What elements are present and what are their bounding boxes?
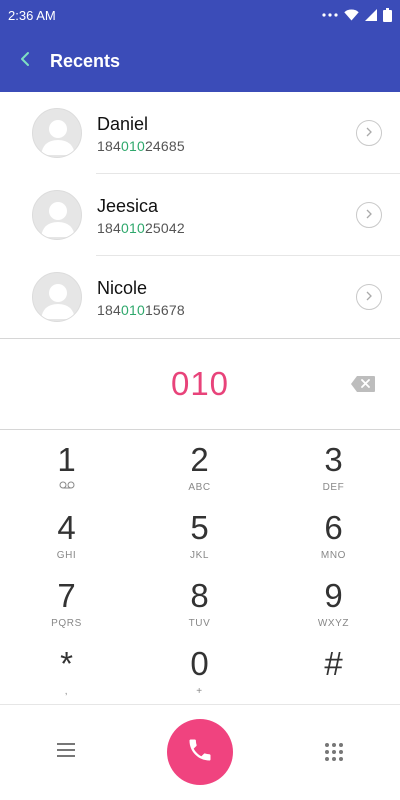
key-letters: TUV: [188, 618, 211, 629]
number-suffix: 24685: [144, 138, 185, 154]
list-item[interactable]: Jeesica 18401025042: [0, 174, 400, 256]
battery-icon: [383, 8, 392, 22]
key-3[interactable]: 3 DEF: [267, 431, 400, 499]
contact-number: 18401024685: [97, 138, 185, 154]
key-4[interactable]: 4 GHI: [0, 499, 133, 567]
key-digit: 5: [190, 509, 209, 546]
contact-detail-button[interactable]: [356, 202, 382, 228]
key-7[interactable]: 7 PQRS: [0, 567, 133, 635]
bottom-bar: [0, 704, 400, 800]
key-letters: +: [196, 686, 203, 697]
key-star[interactable]: * ,: [0, 635, 133, 703]
key-digit: *: [60, 645, 73, 682]
key-digit: 0: [190, 645, 209, 682]
dial-display: 010: [0, 338, 400, 430]
key-1[interactable]: 1: [0, 431, 133, 499]
chevron-right-icon: [365, 124, 373, 142]
key-letters: JKL: [189, 550, 210, 561]
key-digit: 2: [190, 441, 209, 478]
key-digit: 1: [57, 441, 76, 478]
key-2[interactable]: 2 ABC: [133, 431, 266, 499]
app-bar: Recents: [0, 30, 400, 92]
contact-info: Daniel 18401024685: [97, 114, 185, 154]
key-letters: GHI: [56, 550, 77, 561]
dialpad: 1 2 ABC 3 DEF 4 GHI 5 JKL 6 MNO 7 PQRS 8…: [0, 431, 400, 703]
avatar: [32, 272, 82, 322]
contact-number: 18401025042: [97, 220, 185, 236]
contact-name: Jeesica: [97, 196, 159, 216]
number-suffix: 25042: [144, 220, 185, 236]
key-5[interactable]: 5 JKL: [133, 499, 266, 567]
key-digit: 9: [324, 577, 343, 614]
key-0[interactable]: 0 +: [133, 635, 266, 703]
key-letters: ABC: [188, 482, 211, 493]
key-letters: WXYZ: [317, 618, 350, 629]
chevron-right-icon: [365, 288, 373, 306]
back-button[interactable]: [2, 30, 48, 92]
contact-info: Nicole 18401015678: [97, 278, 185, 318]
number-prefix: 184: [97, 302, 121, 318]
contact-detail-button[interactable]: [356, 284, 382, 310]
key-digit: #: [324, 645, 343, 682]
status-icons: [322, 8, 392, 22]
number-match: 010: [120, 220, 145, 236]
key-letters: PQRS: [51, 618, 82, 629]
key-digit: 7: [57, 577, 76, 614]
key-6[interactable]: 6 MNO: [267, 499, 400, 567]
key-digit: 8: [190, 577, 209, 614]
hamburger-icon: [56, 743, 76, 763]
backspace-icon: [350, 376, 376, 397]
list-item[interactable]: Nicole 18401015678: [0, 256, 400, 338]
dialpad-icon: [324, 743, 344, 766]
key-letters: MNO: [320, 550, 347, 561]
more-dots-icon: [322, 12, 338, 18]
number-prefix: 184: [97, 220, 121, 236]
key-digit: 4: [57, 509, 76, 546]
dialpad-toggle-button[interactable]: [324, 742, 344, 762]
key-letters: DEF: [322, 482, 345, 493]
chevron-right-icon: [365, 206, 373, 224]
call-button[interactable]: [167, 719, 233, 785]
status-time: 2:36 AM: [8, 7, 56, 23]
status-bar: 2:36 AM: [0, 0, 400, 30]
list-item[interactable]: Daniel 18401024685: [0, 92, 400, 174]
key-letters: ,: [64, 686, 69, 697]
number-suffix: 15678: [144, 302, 185, 318]
voicemail-icon: [0, 481, 133, 489]
contact-name: Nicole: [97, 278, 148, 298]
recents-list: Daniel 18401024685 Jeesica 18401025042 N…: [0, 92, 400, 338]
backspace-button[interactable]: [350, 375, 376, 393]
key-digit: 6: [324, 509, 343, 546]
signal-icon: [365, 9, 377, 21]
contact-name: Daniel: [97, 114, 149, 134]
key-9[interactable]: 9 WXYZ: [267, 567, 400, 635]
chevron-left-icon: [19, 51, 31, 72]
page-title: Recents: [50, 50, 121, 71]
key-hash[interactable]: #: [267, 635, 400, 703]
key-digit: 3: [324, 441, 343, 478]
number-prefix: 184: [97, 138, 121, 154]
number-match: 010: [120, 302, 145, 318]
wifi-icon: [344, 9, 359, 21]
avatar: [32, 190, 82, 240]
avatar: [32, 108, 82, 158]
contact-number: 18401015678: [97, 302, 185, 318]
menu-button[interactable]: [56, 741, 76, 759]
key-8[interactable]: 8 TUV: [133, 567, 266, 635]
phone-icon: [186, 736, 214, 769]
dialed-number: 010: [170, 365, 230, 402]
contact-detail-button[interactable]: [356, 120, 382, 146]
number-match: 010: [120, 138, 145, 154]
contact-info: Jeesica 18401025042: [97, 196, 185, 236]
